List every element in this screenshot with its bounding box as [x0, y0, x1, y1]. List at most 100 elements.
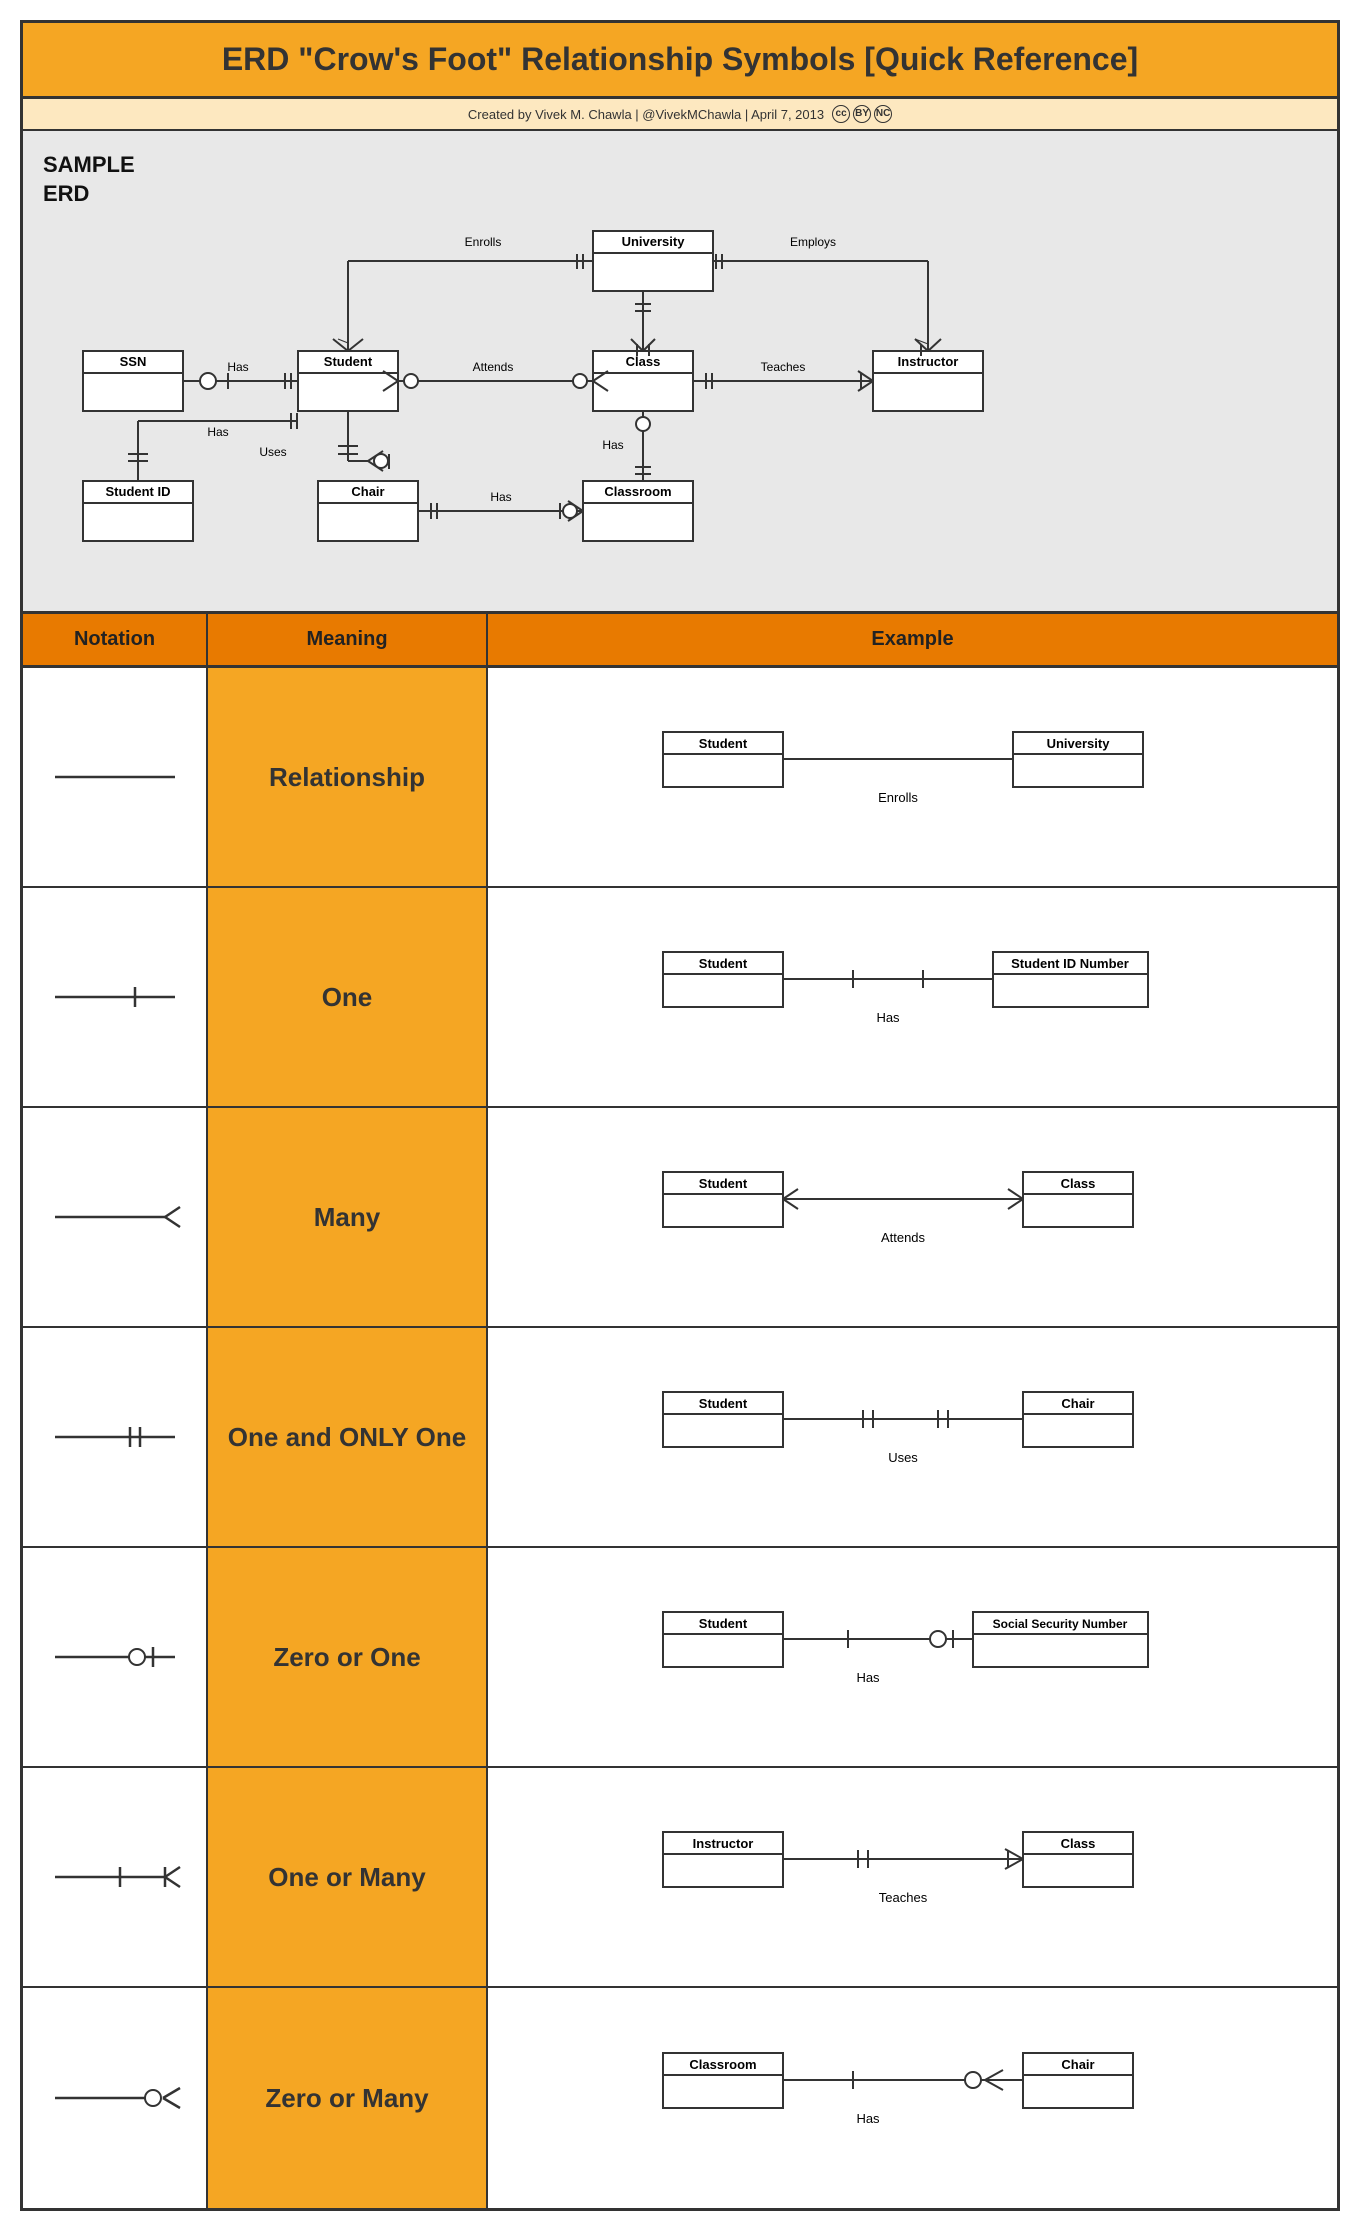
- meaning-zero-one: Zero or One: [208, 1548, 488, 1766]
- by-icon: BY: [853, 105, 871, 123]
- notation-zero-many: [23, 1988, 208, 2208]
- svg-text:Uses: Uses: [259, 445, 286, 459]
- credit-bar: Created by Vivek M. Chawla | @VivekMChaw…: [23, 99, 1337, 131]
- row-one-only: One and ONLY One Student Chair Use: [23, 1328, 1337, 1548]
- svg-text:Chair: Chair: [1061, 1396, 1094, 1411]
- page-title: ERD "Crow's Foot" Relationship Symbols […: [43, 41, 1317, 78]
- notation-many: [23, 1108, 208, 1326]
- notation-svg-many: [45, 1192, 185, 1242]
- notation-svg-relationship: [45, 752, 185, 802]
- svg-text:University: University: [622, 234, 686, 249]
- meaning-label-zero-many: Zero or Many: [265, 2083, 428, 2114]
- svg-text:Has: Has: [207, 425, 228, 439]
- svg-text:SSN: SSN: [120, 354, 147, 369]
- svg-text:Has: Has: [602, 438, 623, 452]
- example-svg-many: Student Class Attends: [633, 1152, 1193, 1282]
- erd-svg: SSN Student ID Student: [53, 151, 1313, 581]
- svg-text:Has: Has: [876, 1010, 900, 1025]
- row-many: Many Student Class Atte: [23, 1108, 1337, 1328]
- example-svg-relationship: Student University Enrolls: [633, 712, 1193, 842]
- svg-text:Class: Class: [1060, 1176, 1095, 1191]
- notation-svg-zero-many: [45, 2073, 185, 2123]
- example-one-only: Student Chair Uses: [488, 1328, 1337, 1546]
- svg-text:Chair: Chair: [351, 484, 384, 499]
- entity-student-id: Student ID: [83, 481, 193, 541]
- meaning-zero-many: Zero or Many: [208, 1988, 488, 2208]
- svg-text:Social Security Number: Social Security Number: [992, 1617, 1127, 1631]
- col-example-header: Example: [488, 614, 1337, 665]
- credit-text: Created by Vivek M. Chawla | @VivekMChaw…: [468, 107, 824, 122]
- example-svg-one-only: Student Chair Uses: [633, 1372, 1193, 1502]
- svg-text:Instructor: Instructor: [692, 1836, 753, 1851]
- svg-text:Attends: Attends: [473, 360, 514, 374]
- entity-university: University: [593, 231, 713, 291]
- main-container: ERD "Crow's Foot" Relationship Symbols […: [20, 20, 1340, 2211]
- row-zero-many: Zero or Many Classroom Chair: [23, 1988, 1337, 2208]
- svg-text:Enrolls: Enrolls: [465, 235, 502, 249]
- example-svg-zero-one: Student Social Security Number Has: [633, 1592, 1193, 1722]
- ex-enrolls-label: Enrolls: [878, 790, 918, 805]
- erd-section: SAMPLEERD SSN Student ID: [23, 131, 1337, 614]
- ex-student-label: Student: [698, 736, 747, 751]
- svg-text:Student ID: Student ID: [106, 484, 171, 499]
- entity-student: Student: [298, 351, 398, 411]
- row-one: One Student Student ID Number Has: [23, 888, 1337, 1108]
- entity-classroom: Classroom: [583, 481, 693, 541]
- row-relationship: Relationship Student University Enrolls: [23, 668, 1337, 888]
- example-one: Student Student ID Number Has: [488, 888, 1337, 1106]
- col-meaning-header: Meaning: [208, 614, 488, 665]
- svg-text:Student: Student: [698, 1616, 747, 1631]
- meaning-label-zero-one: Zero or One: [273, 1642, 420, 1673]
- meaning-one: One: [208, 888, 488, 1106]
- ex-university-label: University: [1046, 736, 1110, 751]
- svg-text:Instructor: Instructor: [898, 354, 959, 369]
- svg-text:Student: Student: [698, 1176, 747, 1191]
- example-svg-zero-many: Classroom Chair Has: [633, 2033, 1193, 2163]
- meaning-many: Many: [208, 1108, 488, 1326]
- table-header: Notation Meaning Example: [23, 614, 1337, 668]
- entity-instructor: Instructor: [873, 351, 983, 411]
- svg-text:Teaches: Teaches: [878, 1890, 927, 1905]
- svg-text:Student: Student: [698, 1396, 747, 1411]
- svg-text:Student: Student: [324, 354, 373, 369]
- meaning-label-many: Many: [314, 1202, 380, 1233]
- notation-svg-one-many: [45, 1852, 185, 1902]
- entity-chair: Chair: [318, 481, 418, 541]
- svg-text:Chair: Chair: [1061, 2057, 1094, 2072]
- svg-text:Student ID Number: Student ID Number: [1011, 956, 1129, 971]
- notation-svg-zero-one: [45, 1632, 185, 1682]
- example-svg-one: Student Student ID Number Has: [633, 932, 1193, 1062]
- svg-text:Class: Class: [1060, 1836, 1095, 1851]
- example-svg-one-many: Instructor Class Teaches: [633, 1812, 1193, 1942]
- cc-icon: cc: [832, 105, 850, 123]
- entity-ssn: SSN: [83, 351, 183, 411]
- row-zero-one: Zero or One Student Social Security Numb…: [23, 1548, 1337, 1768]
- svg-text:Classroom: Classroom: [689, 2057, 756, 2072]
- svg-text:Has: Has: [490, 490, 511, 504]
- meaning-one-only: One and ONLY One: [208, 1328, 488, 1546]
- notation-relationship: [23, 668, 208, 886]
- example-many: Student Class Attends: [488, 1108, 1337, 1326]
- notation-zero-one: [23, 1548, 208, 1766]
- notation-svg-one: [45, 972, 185, 1022]
- example-zero-many: Classroom Chair Has: [488, 1988, 1337, 2208]
- col-notation-header: Notation: [23, 614, 208, 665]
- svg-text:Class: Class: [626, 354, 661, 369]
- nc-icon: NC: [874, 105, 892, 123]
- meaning-label-one: One: [322, 982, 373, 1013]
- svg-text:Has: Has: [856, 1670, 880, 1685]
- svg-text:Attends: Attends: [880, 1230, 925, 1245]
- svg-text:Has: Has: [856, 2111, 880, 2126]
- example-one-many: Instructor Class Teaches: [488, 1768, 1337, 1986]
- meaning-label-one-many: One or Many: [268, 1862, 425, 1893]
- meaning-label-one-only: One and ONLY One: [228, 1422, 466, 1453]
- row-one-many: One or Many Instructor Class: [23, 1768, 1337, 1988]
- notation-svg-one-only: [45, 1412, 185, 1462]
- meaning-relationship: Relationship: [208, 668, 488, 886]
- cc-icons: cc BY NC: [832, 105, 892, 123]
- svg-text:Teaches: Teaches: [761, 360, 806, 374]
- svg-text:Classroom: Classroom: [604, 484, 671, 499]
- notation-one-only: [23, 1328, 208, 1546]
- example-relationship: Student University Enrolls: [488, 668, 1337, 886]
- notation-one-many: [23, 1768, 208, 1986]
